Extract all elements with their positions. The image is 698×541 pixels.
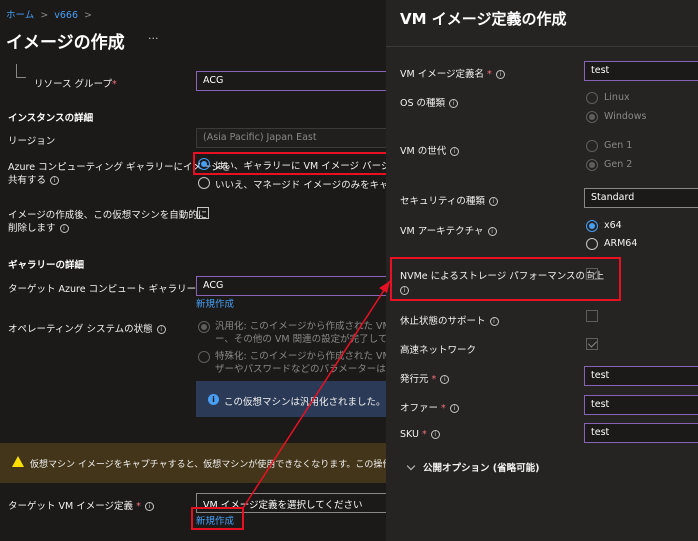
hibernate-label: 休止状態のサポート i bbox=[400, 313, 499, 327]
title-divider bbox=[386, 46, 698, 47]
publisher-input[interactable]: test bbox=[584, 366, 698, 386]
gen2-label: Gen 2 bbox=[604, 159, 633, 170]
def-name-input[interactable]: test bbox=[584, 61, 698, 81]
arch-arm64-label: ARM64 bbox=[604, 238, 638, 249]
info-icon[interactable]: i bbox=[488, 197, 498, 206]
create-image-blade: ホーム > v666 > イメージの作成 ··· リソース グループ* ACG … bbox=[0, 0, 386, 541]
share-no-label: いいえ、マネージド イメージのみをキャプチャしま bbox=[215, 180, 386, 191]
generalized-radio bbox=[198, 321, 210, 333]
info-icon[interactable]: i bbox=[489, 317, 499, 326]
page-title: イメージの作成 bbox=[6, 33, 125, 53]
specialized-radio bbox=[198, 351, 210, 363]
region-label: リージョン bbox=[8, 136, 56, 147]
info-banner-text: この仮想マシンは汎用化されました。 bbox=[224, 397, 386, 408]
warning-banner: 仮想マシン イメージをキャプチャすると、仮想マシンが使用できなくなります。この操… bbox=[0, 443, 386, 483]
info-icon[interactable]: i bbox=[156, 325, 166, 334]
hibernate-checkbox bbox=[586, 310, 598, 322]
arch-x64-radio[interactable] bbox=[586, 220, 598, 232]
gen2-radio bbox=[586, 159, 598, 171]
region-select: (Asia Pacific) Japan East bbox=[196, 128, 386, 148]
info-icon[interactable]: i bbox=[449, 404, 459, 413]
create-gallery-link[interactable]: 新規作成 bbox=[196, 296, 234, 310]
os-linux-label: Linux bbox=[604, 92, 630, 103]
warning-icon bbox=[12, 456, 24, 467]
accel-net-checkbox bbox=[586, 338, 598, 350]
breadcrumb-resource[interactable]: v666 bbox=[54, 10, 78, 21]
os-linux-radio bbox=[586, 92, 598, 104]
target-def-label: ターゲット VM イメージ定義 * i bbox=[8, 498, 154, 512]
breadcrumb-home[interactable]: ホーム bbox=[6, 10, 34, 21]
sku-label: SKU * i bbox=[400, 429, 440, 440]
info-icon[interactable]: i bbox=[450, 147, 460, 156]
offer-input[interactable]: test bbox=[584, 395, 698, 415]
info-circle-icon: i bbox=[208, 394, 219, 405]
highlight-share-option bbox=[193, 152, 386, 175]
vm-generation-label: VM の世代 i bbox=[400, 143, 460, 157]
gen1-label: Gen 1 bbox=[604, 140, 633, 151]
info-icon[interactable]: i bbox=[430, 430, 440, 439]
instance-section-heading: インスタンスの詳細 bbox=[8, 113, 94, 124]
accel-net-label: 高速ネットワーク bbox=[400, 345, 477, 356]
blade-title: VM イメージ定義の作成 bbox=[400, 10, 567, 28]
breadcrumb-separator: > bbox=[84, 10, 93, 21]
info-icon[interactable]: i bbox=[440, 375, 450, 384]
arch-x64-label: x64 bbox=[604, 220, 622, 231]
os-state-label: オペレーティング システムの状態 i bbox=[8, 321, 166, 335]
os-windows-radio bbox=[586, 111, 598, 123]
info-icon[interactable]: i bbox=[449, 99, 459, 108]
info-icon[interactable]: i bbox=[487, 227, 497, 236]
autodelete-checkbox[interactable] bbox=[197, 207, 209, 219]
target-gallery-label: ターゲット Azure コンピュート ギャラリー *i bbox=[8, 281, 217, 295]
publisher-label: 発行元 * i bbox=[400, 371, 450, 385]
os-windows-label: Windows bbox=[604, 111, 647, 122]
target-gallery-select[interactable]: ACG bbox=[196, 276, 386, 296]
security-type-select[interactable]: Standard bbox=[584, 188, 698, 208]
sku-input[interactable]: test bbox=[584, 423, 698, 443]
tree-connector bbox=[16, 64, 26, 78]
gen1-radio bbox=[586, 140, 598, 152]
gallery-section-heading: ギャラリーの詳細 bbox=[8, 260, 85, 271]
security-type-label: セキュリティの種類 i bbox=[400, 193, 498, 207]
info-banner: i この仮想マシンは汎用化されました。 bbox=[196, 381, 386, 417]
resource-group-label: リソース グループ* bbox=[34, 79, 117, 90]
def-name-label: VM イメージ定義名 * i bbox=[400, 66, 505, 80]
arch-arm64-radio[interactable] bbox=[586, 238, 598, 250]
breadcrumb-separator: > bbox=[40, 10, 49, 21]
warning-text: 仮想マシン イメージをキャプチャすると、仮想マシンが使用できなくなります。この操… bbox=[30, 460, 386, 470]
info-icon[interactable]: i bbox=[50, 176, 60, 185]
highlight-create-def-link bbox=[191, 507, 244, 530]
more-button[interactable]: ··· bbox=[148, 32, 159, 45]
create-vm-image-definition-blade: VM イメージ定義の作成 VM イメージ定義名 * i test OS の種類 i … bbox=[386, 0, 698, 541]
vm-arch-label: VM アーキテクチャ i bbox=[400, 223, 497, 237]
chevron-down-icon bbox=[406, 461, 416, 471]
info-icon[interactable]: i bbox=[59, 224, 69, 233]
generalized-text: 汎用化: このイメージから作成された VM では ー、その他の VM 関連の設定… bbox=[215, 321, 386, 345]
breadcrumb: ホーム > v666 > bbox=[6, 7, 92, 21]
autodelete-label: イメージの作成後、この仮想マシンを自動的に 削除します i bbox=[8, 210, 208, 234]
info-icon[interactable]: i bbox=[495, 70, 505, 79]
info-icon[interactable]: i bbox=[144, 502, 154, 511]
os-type-label: OS の種類 i bbox=[400, 95, 459, 109]
offer-label: オファー * i bbox=[400, 400, 459, 414]
highlight-nvme bbox=[390, 257, 621, 301]
resource-group-select[interactable]: ACG bbox=[196, 71, 386, 91]
share-no-radio[interactable] bbox=[198, 177, 210, 189]
specialized-text: 特殊化: このイメージから作成された VM は完 ザーやパスワードなどのパラメー… bbox=[215, 351, 386, 375]
publish-options-toggle[interactable]: 公開オプション (省略可能) bbox=[406, 460, 540, 474]
